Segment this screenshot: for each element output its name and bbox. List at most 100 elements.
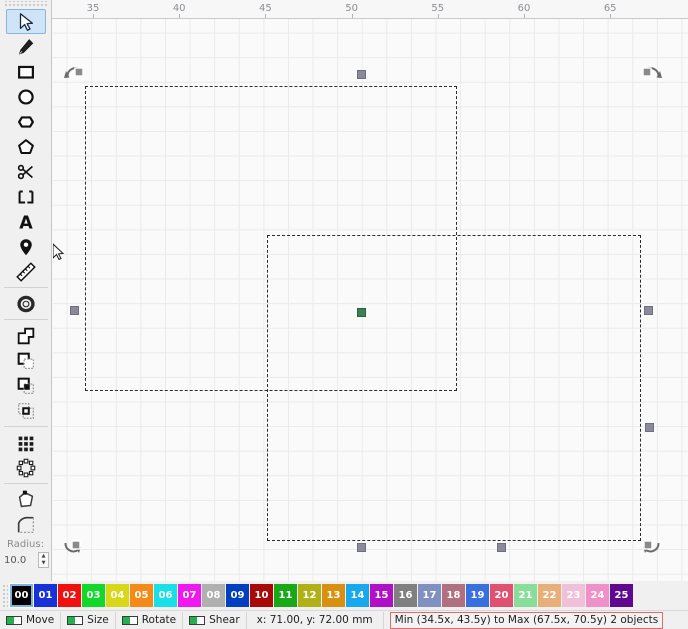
toggle-switch-icon[interactable]: [121, 615, 138, 625]
toggle-switch-icon[interactable]: [6, 615, 22, 625]
toggle-switch-icon[interactable]: [189, 615, 206, 625]
radius-label: Radius:: [7, 539, 44, 550]
rotate-handle-top-right[interactable]: [640, 62, 662, 84]
color-swatch-02[interactable]: 02: [58, 584, 81, 607]
ruler-tick-h-50: 50: [345, 3, 358, 14]
color-swatch-21[interactable]: 21: [514, 584, 537, 607]
intersect-tool[interactable]: [6, 373, 46, 398]
rotate-handle-bottom-left[interactable]: [62, 535, 84, 557]
drawing-canvas[interactable]: [53, 19, 688, 581]
toggle-rotate[interactable]: Rotate: [116, 611, 184, 629]
handle-bottom-right-col[interactable]: [497, 543, 506, 552]
handle-center[interactable]: [357, 308, 366, 317]
color-swatch-19[interactable]: 19: [466, 584, 489, 607]
color-swatch-14[interactable]: 14: [346, 584, 369, 607]
radius-input[interactable]: [2, 551, 38, 569]
circular-array-tool[interactable]: [6, 455, 46, 480]
rotate-handle-top-left[interactable]: [64, 62, 86, 84]
handle-bottom-left-col[interactable]: [357, 543, 366, 552]
toggle-label: Shear: [209, 614, 240, 626]
toolbar-drag-grip[interactable]: [3, 1, 48, 8]
color-palette: 00 01 02 03 04 05 06 07 08 09 10 11 12 13 14 15 16 17 18 19…: [0, 581, 688, 610]
text-a-icon: A: [15, 211, 37, 233]
color-swatch-10[interactable]: 10: [250, 584, 273, 607]
toggle-size[interactable]: Size: [61, 611, 116, 629]
union-tool[interactable]: [6, 323, 46, 348]
toggle-switch-icon[interactable]: [67, 615, 84, 625]
crop-brackets-icon: [15, 186, 37, 208]
stepper-down-icon[interactable]: ▼: [42, 561, 46, 566]
text-tool[interactable]: A: [6, 209, 46, 234]
radius-stepper[interactable]: ▲ ▼: [38, 552, 49, 568]
palette-drag-grip[interactable]: [2, 583, 8, 608]
toggle-shear[interactable]: Shear: [183, 611, 247, 629]
select-tool[interactable]: [5, 9, 46, 34]
scissors-icon: [15, 161, 37, 183]
exclude-tool[interactable]: [6, 398, 46, 423]
color-swatch-16[interactable]: 16: [394, 584, 417, 607]
handle-middle-right[interactable]: [644, 306, 653, 315]
ruler-icon: [15, 261, 37, 283]
color-swatch-08[interactable]: 08: [202, 584, 225, 607]
color-swatch-00[interactable]: 00: [9, 583, 34, 608]
toolbar-separator: [3, 426, 48, 427]
handle-middle-left[interactable]: [70, 306, 79, 315]
radius-field-row: ▲ ▼: [0, 551, 51, 569]
color-swatch-07[interactable]: 07: [178, 584, 201, 607]
color-swatch-09[interactable]: 09: [226, 584, 249, 607]
color-swatch-03[interactable]: 03: [82, 584, 105, 607]
color-swatch-13[interactable]: 13: [322, 584, 345, 607]
marker-tool[interactable]: [6, 234, 46, 259]
horizontal-ruler[interactable]: 3540455055606570: [52, 0, 688, 19]
ellipse-tool[interactable]: [6, 84, 46, 109]
color-swatch-17[interactable]: 17: [418, 584, 441, 607]
handle-right-lower[interactable]: [645, 423, 654, 432]
rectangle-tool[interactable]: [6, 59, 46, 84]
pencil-tool[interactable]: [6, 34, 46, 59]
color-swatch-06[interactable]: 06: [154, 584, 177, 607]
grid-array-tool[interactable]: [6, 430, 46, 455]
measure-tool[interactable]: [6, 259, 46, 284]
color-swatch-01[interactable]: 01: [34, 584, 57, 607]
boolean-difference-icon: [15, 350, 37, 372]
color-swatch-11[interactable]: 11: [274, 584, 297, 607]
hexagon-tool[interactable]: [6, 109, 46, 134]
scissors-tool[interactable]: [6, 159, 46, 184]
ruler-tick-h-40: 40: [172, 3, 186, 14]
pencil-icon: [15, 36, 37, 58]
toolbar-separator: [3, 319, 48, 320]
color-swatch-20[interactable]: 20: [490, 584, 513, 607]
color-swatch-25[interactable]: 25: [610, 584, 633, 607]
difference-tool[interactable]: [6, 348, 46, 373]
handle-top-center[interactable]: [357, 70, 366, 79]
ruler-tick-h-65: 65: [603, 3, 617, 14]
cursor-arrow-icon: [15, 11, 37, 33]
color-swatch-12[interactable]: 12: [298, 584, 321, 607]
corner-fillet-icon: [15, 514, 37, 536]
color-swatch-24[interactable]: 24: [586, 584, 609, 607]
color-swatch-22[interactable]: 22: [538, 584, 561, 607]
crop-tool[interactable]: [6, 184, 46, 209]
polygon-tool[interactable]: [6, 134, 46, 159]
hexagon-icon: [15, 111, 37, 133]
node-edit-tool[interactable]: [6, 487, 46, 512]
ruler-tick-h-60: 60: [517, 3, 531, 14]
ruler-tick-h-45: 45: [259, 3, 272, 14]
circular-array-icon: [15, 457, 37, 479]
ring-tool[interactable]: [6, 291, 46, 316]
rotate-handle-bottom-right[interactable]: [640, 535, 662, 557]
toggle-label: Size: [87, 614, 109, 626]
mouse-pointer: [53, 243, 64, 261]
color-swatch-05[interactable]: 05: [130, 584, 153, 607]
stepper-up-icon[interactable]: ▲: [42, 554, 46, 559]
toggle-move[interactable]: Move: [0, 611, 62, 629]
color-swatch-23[interactable]: 23: [562, 584, 585, 607]
boolean-exclude-icon: [15, 400, 37, 422]
ellipse-icon: [15, 86, 37, 108]
color-swatch-18[interactable]: 18: [442, 584, 465, 607]
color-swatch-04[interactable]: 04: [106, 584, 129, 607]
boolean-intersect-icon: [15, 375, 37, 397]
shape-rect-lower-right[interactable]: [267, 235, 641, 541]
fillet-tool[interactable]: [6, 512, 46, 537]
color-swatch-15[interactable]: 15: [370, 584, 393, 607]
